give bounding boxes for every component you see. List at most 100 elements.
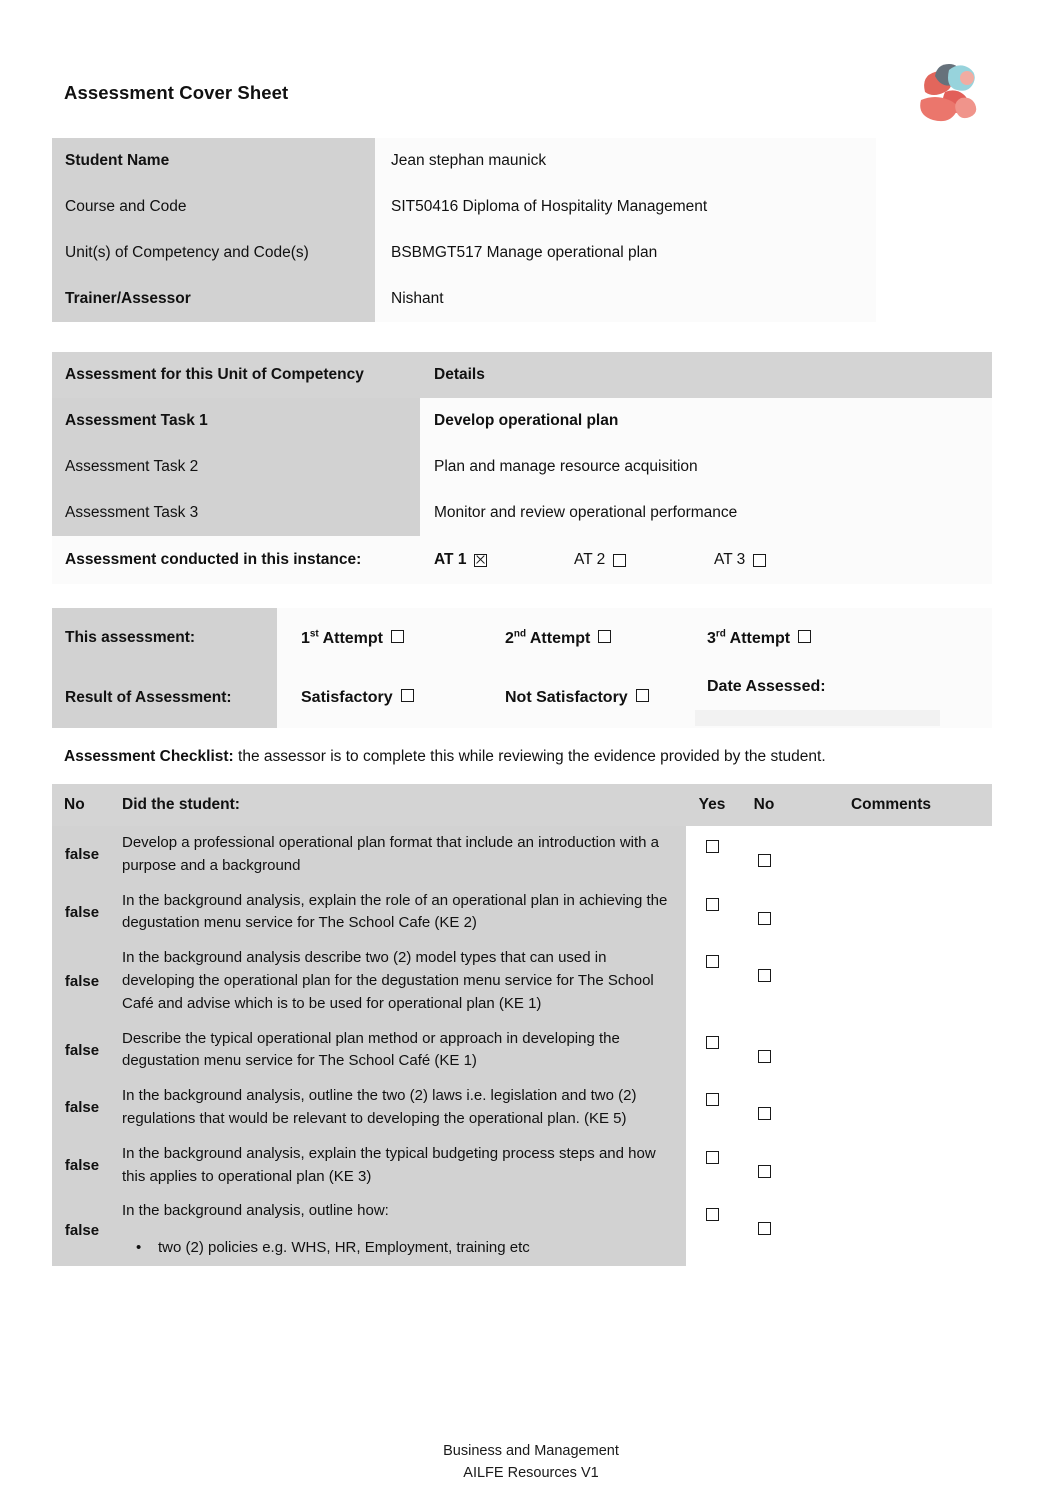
row-comment-cell[interactable] xyxy=(790,1079,992,1137)
no-checkbox[interactable] xyxy=(757,1164,771,1178)
yes-checkbox[interactable] xyxy=(705,1208,719,1222)
row-yes-cell[interactable] xyxy=(686,1079,738,1137)
row-no-cell[interactable] xyxy=(738,1136,790,1195)
checklist-col-comments: Comments xyxy=(790,784,992,826)
row-no-cell[interactable] xyxy=(738,941,790,1022)
attempt-2-cell[interactable]: 2nd Attempt xyxy=(481,608,683,668)
no-checkbox[interactable] xyxy=(757,1107,771,1121)
table-row: Assessment Task 3 Monitor and review ope… xyxy=(52,490,992,536)
student-name-value[interactable]: Jean stephan maunick xyxy=(375,138,876,184)
table-row: Result of Assessment: Satisfactory Not S… xyxy=(52,668,992,728)
footer-line-2: AILFE Resources V1 xyxy=(463,1465,599,1482)
at-3-checkbox[interactable] xyxy=(753,553,767,567)
result-of-assessment-label: Result of Assessment: xyxy=(52,668,277,728)
at-1-checkbox[interactable] xyxy=(474,553,488,567)
row-number: false xyxy=(52,883,112,942)
this-assessment-label: This assessment: xyxy=(52,608,277,668)
yes-checkbox[interactable] xyxy=(705,1093,719,1107)
row-yes-cell[interactable] xyxy=(686,1021,738,1080)
assessment-tasks-table: Assessment for this Unit of Competency D… xyxy=(52,352,992,584)
yes-checkbox[interactable] xyxy=(705,1150,719,1164)
not-satisfactory-checkbox[interactable] xyxy=(635,689,649,702)
attempt-3-cell[interactable]: 3rd Attempt xyxy=(683,608,992,668)
at-1-label: AT 1 xyxy=(434,551,467,568)
row-task-text: In the background analysis describe two … xyxy=(112,941,686,1022)
yes-checkbox[interactable] xyxy=(705,840,719,853)
no-checkbox[interactable] xyxy=(757,854,771,867)
row-no-cell[interactable] xyxy=(738,883,790,942)
at-2-checkbox[interactable] xyxy=(613,553,627,567)
trainer-assessor-value[interactable]: Nishant xyxy=(375,276,876,322)
row-comment-cell[interactable] xyxy=(790,883,992,942)
row-task-text: In the background analysis, outline the … xyxy=(112,1079,686,1137)
row-no-cell[interactable] xyxy=(738,1194,790,1266)
attempt-3-checkbox[interactable] xyxy=(798,629,812,643)
table-row: Unit(s) of Competency and Code(s) BSBMGT… xyxy=(52,230,876,276)
attempt-1-cell[interactable]: 1st Attempt xyxy=(277,608,481,668)
unit-competency-value[interactable]: BSBMGT517 Manage operational plan xyxy=(375,230,876,276)
row-yes-cell[interactable] xyxy=(686,883,738,942)
row-yes-cell[interactable] xyxy=(686,1136,738,1195)
table-row: Trainer/Assessor Nishant xyxy=(52,276,876,322)
trainer-assessor-label: Trainer/Assessor xyxy=(52,276,375,322)
table-row: false In the background analysis, outlin… xyxy=(52,1194,992,1266)
no-checkbox[interactable] xyxy=(757,969,771,983)
date-assessed-cell[interactable]: Date Assessed: xyxy=(683,668,992,728)
row-yes-cell[interactable] xyxy=(686,826,738,884)
checklist-col-yes: Yes xyxy=(686,784,738,826)
table-row: Student Name Jean stephan maunick xyxy=(52,138,876,184)
course-code-label: Course and Code xyxy=(52,184,375,230)
table-row: false In the background analysis, outlin… xyxy=(52,1079,992,1137)
attempt-2-label: 2nd Attempt xyxy=(505,628,591,647)
course-code-value[interactable]: SIT50416 Diploma of Hospitality Manageme… xyxy=(375,184,876,230)
satisfactory-checkbox[interactable] xyxy=(400,689,414,702)
row-number: false xyxy=(52,1079,112,1137)
row-no-cell[interactable] xyxy=(738,826,790,884)
yes-checkbox[interactable] xyxy=(705,897,719,911)
attempt-1-checkbox[interactable] xyxy=(391,629,405,643)
row-comment-cell[interactable] xyxy=(790,1194,992,1266)
no-checkbox[interactable] xyxy=(757,1222,771,1236)
yes-checkbox[interactable] xyxy=(705,1035,719,1049)
at-3-label: AT 3 xyxy=(714,551,746,568)
row-yes-cell[interactable] xyxy=(686,941,738,1022)
task-text: In the background analysis, outline how: xyxy=(122,1202,389,1220)
no-checkbox[interactable] xyxy=(757,911,771,925)
row-task-text: In the background analysis, explain the … xyxy=(112,883,686,942)
table-row: false In the background analysis describ… xyxy=(52,941,992,1022)
row-yes-cell[interactable] xyxy=(686,1194,738,1266)
assessment-task-3-label: Assessment Task 3 xyxy=(52,490,420,536)
checklist-col-task: Did the student: xyxy=(112,784,686,826)
tasks-header-right: Details xyxy=(420,352,992,398)
attempt-1-label: 1st Attempt xyxy=(301,628,384,647)
table-header-row: Assessment for this Unit of Competency D… xyxy=(52,352,992,398)
at-3-option[interactable]: AT 3 xyxy=(714,551,767,569)
page-footer: Business and Management AILFE Resources … xyxy=(0,1440,1062,1485)
row-comment-cell[interactable] xyxy=(790,941,992,1022)
instance-checkboxes: AT 1 AT 2 AT 3 xyxy=(420,536,992,584)
row-comment-cell[interactable] xyxy=(790,826,992,884)
table-row: Assessment Task 1 Develop operational pl… xyxy=(52,398,992,444)
satisfactory-cell[interactable]: Satisfactory xyxy=(277,668,481,728)
row-no-cell[interactable] xyxy=(738,1021,790,1080)
table-row: false In the background analysis, explai… xyxy=(52,883,992,942)
row-no-cell[interactable] xyxy=(738,1079,790,1137)
not-satisfactory-cell[interactable]: Not Satisfactory xyxy=(481,668,683,728)
at-1-option[interactable]: AT 1 xyxy=(434,551,574,569)
row-comment-cell[interactable] xyxy=(790,1136,992,1195)
task-text: In the background analysis, explain the … xyxy=(122,891,668,932)
row-comment-cell[interactable] xyxy=(790,1021,992,1080)
page-title: Assessment Cover Sheet xyxy=(64,82,289,103)
task-text: In the background analysis describe two … xyxy=(122,949,654,1012)
document-page: Assessment Cover Sheet Student Name Jean… xyxy=(0,0,1062,1506)
yes-checkbox[interactable] xyxy=(705,955,719,969)
no-checkbox[interactable] xyxy=(757,1049,771,1063)
row-task-text: In the background analysis, explain the … xyxy=(112,1136,686,1195)
checklist-intro-bold: Assessment Checklist: xyxy=(64,748,234,765)
instance-label: Assessment conducted in this instance: xyxy=(52,536,420,584)
attempt-3-label: 3rd Attempt xyxy=(707,628,791,647)
attempt-2-checkbox[interactable] xyxy=(598,629,612,643)
at-2-option[interactable]: AT 2 xyxy=(574,551,714,569)
date-assessed-field[interactable] xyxy=(695,710,940,726)
assessment-task-2-detail: Plan and manage resource acquisition xyxy=(420,444,992,490)
